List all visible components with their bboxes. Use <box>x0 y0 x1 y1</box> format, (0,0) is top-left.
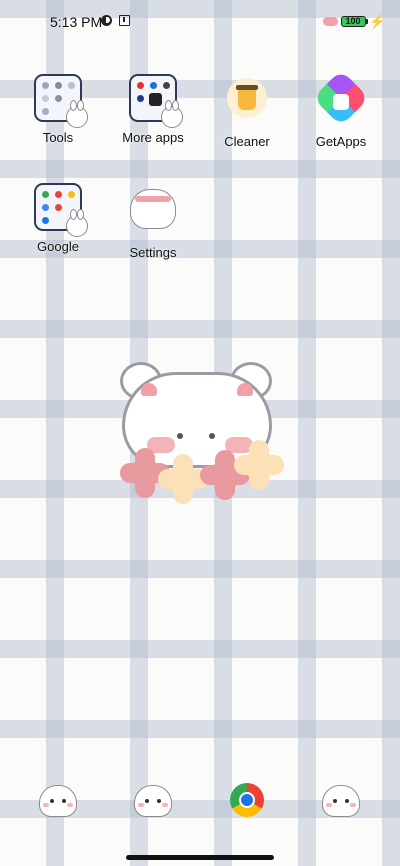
app-more-apps[interactable]: More apps <box>113 74 193 145</box>
google-folder-icon <box>34 183 88 237</box>
app-label: Settings <box>129 245 177 260</box>
getapps-icon <box>312 69 370 127</box>
cloud-icon <box>323 17 338 26</box>
settings-icon <box>129 189 177 237</box>
app-settings[interactable]: Settings <box>113 183 193 260</box>
app-label: GetApps <box>315 134 367 149</box>
home-indicator[interactable] <box>126 855 274 860</box>
battery-tip <box>366 19 368 24</box>
app-cleaner[interactable]: Cleaner <box>207 74 287 149</box>
status-bar: 5:13 PM 100 ⚡ <box>0 0 400 44</box>
chrome-icon <box>223 783 271 831</box>
charging-bolt-icon: ⚡ <box>369 14 386 29</box>
data-saver-icon <box>101 15 112 26</box>
sim-icon <box>119 15 130 26</box>
contacts-bunny-icon <box>129 785 177 833</box>
app-label: Cleaner <box>224 134 270 149</box>
app-label: Google <box>37 239 79 254</box>
app-getapps[interactable]: GetApps <box>301 69 381 149</box>
tools-folder-icon <box>34 74 88 128</box>
messages-bear-icon <box>317 785 365 833</box>
more-apps-folder-icon <box>129 74 183 128</box>
dock-contacts[interactable] <box>113 776 193 833</box>
app-label: More apps <box>122 130 184 145</box>
dock-phone[interactable] <box>18 776 98 833</box>
wallpaper-bear-illustration <box>118 362 284 504</box>
phone-bear-icon <box>34 785 82 833</box>
battery-icon: 100 <box>341 16 366 27</box>
app-google[interactable]: Google <box>18 183 98 254</box>
cleaner-icon <box>223 78 271 126</box>
battery-level: 100 <box>345 16 361 26</box>
app-tools[interactable]: Tools <box>18 74 98 145</box>
status-time: 5:13 PM <box>50 14 103 30</box>
dock-chrome[interactable] <box>207 776 287 831</box>
app-label: Tools <box>42 130 74 145</box>
dock-messages[interactable] <box>301 776 381 833</box>
